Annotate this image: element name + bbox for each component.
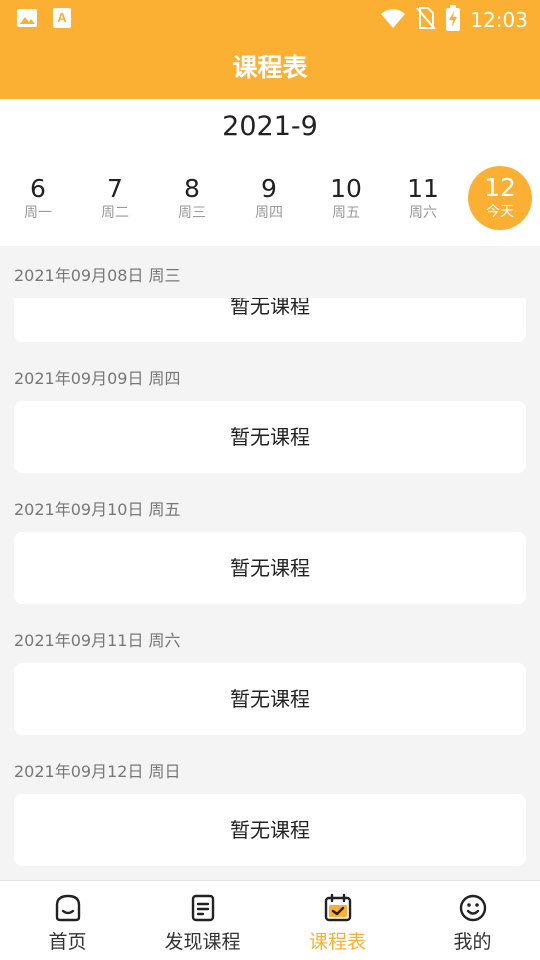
svg-text:A: A [57,10,67,25]
nav-label: 课程表 [308,931,366,953]
wifi-icon [380,7,406,33]
day-11[interactable]: 11 周六 [391,167,455,231]
nav-label: 首页 [48,931,87,953]
date-label: 2021年09月11日 周六 [14,631,181,650]
date-label: 2021年09月08日 周三 [14,266,181,285]
day-7[interactable]: 7 周二 [83,167,147,231]
nav-schedule[interactable]: 课程表 [270,881,405,960]
top-bar: A 12:03 课程表 [0,0,540,99]
day-6[interactable]: 6 周一 [6,167,70,231]
day-number: 11 [407,174,439,203]
page-title: 课程表 [232,53,308,82]
day-number: 7 [107,174,123,203]
nav-label: 发现课程 [164,931,241,953]
day-10[interactable]: 10 周五 [314,167,378,231]
a-icon: A [52,7,72,33]
day-number: 12 [484,173,516,202]
course-card[interactable]: 暂无课程 [14,663,526,735]
day-9[interactable]: 9 周四 [237,167,301,231]
day-weekday: 周六 [409,205,437,221]
course-card[interactable]: 暂无课程 [14,794,526,866]
clip-region: 暂无课程 [0,298,540,342]
week-row: 6 周一 7 周二 8 周三 9 周四 10 周五 11 周六 12 今天 [0,166,540,231]
month-label[interactable]: 2021-9 [0,111,540,142]
week-calendar: 2021-9 6 周一 7 周二 8 周三 9 周四 10 周五 11 周六 1… [0,99,540,246]
nav-label: 我的 [453,931,492,953]
course-card[interactable]: 暂无课程 [14,298,526,342]
nav-discover[interactable]: 发现课程 [135,881,270,960]
day-weekday: 周三 [178,205,206,221]
day-weekday: 周四 [255,205,283,221]
day-number: 10 [330,174,362,203]
app-screen: A 12:03 课程表 2021-9 6 周一 7 周二 8 周三 9 周四 1… [0,0,540,960]
course-card[interactable]: 暂无课程 [14,532,526,604]
calendar-check-icon [323,893,353,923]
smiley-icon [458,893,488,923]
battery-charging-icon [446,5,461,35]
day-12-today[interactable]: 12 今天 [468,166,532,230]
date-label: 2021年09月09日 周四 [14,369,181,388]
home-face-icon [53,893,83,923]
day-weekday: 周二 [101,205,129,221]
day-number: 9 [261,174,277,203]
no-sim-icon [416,6,437,34]
day-weekday: 周一 [24,205,52,221]
nav-home[interactable]: 首页 [0,881,135,960]
nav-mine[interactable]: 我的 [405,881,540,960]
gallery-icon [16,7,38,33]
document-icon [188,893,218,923]
bottom-nav: 首页 发现课程 课程表 我的 [0,880,540,960]
date-label: 2021年09月10日 周五 [14,500,181,519]
status-bar: A 12:03 [0,0,540,36]
status-time: 12:03 [470,8,528,32]
date-label: 2021年09月12日 周日 [14,762,181,781]
day-number: 6 [30,174,46,203]
day-8[interactable]: 8 周三 [160,167,224,231]
day-number: 8 [184,174,200,203]
day-weekday: 今天 [486,204,514,220]
course-card[interactable]: 暂无课程 [14,401,526,473]
day-weekday: 周五 [332,205,360,221]
schedule-list[interactable]: 2021年09月08日 周三 暂无课程 2021年09月09日 周四 暂无课程 … [0,246,540,880]
